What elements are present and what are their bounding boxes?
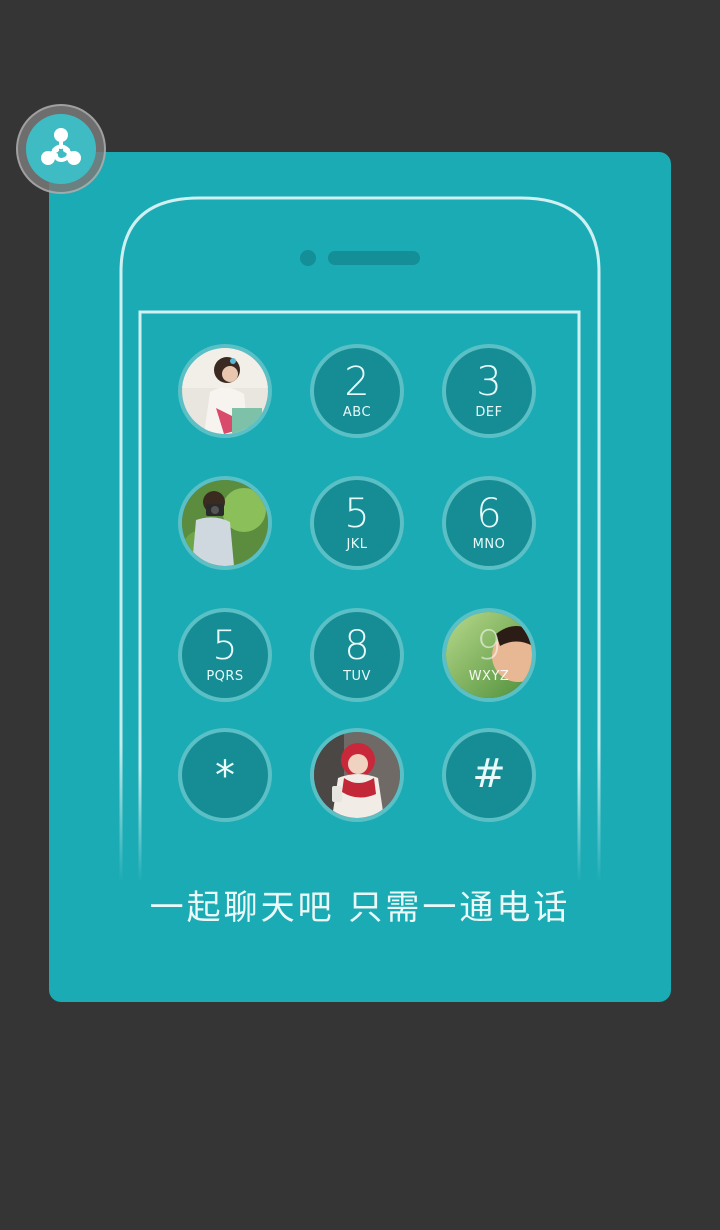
dial-key-5-pqrs[interactable]: 5 PQRS — [178, 608, 272, 702]
girl-sitting-photo — [182, 348, 268, 434]
dial-key-digit: 8 — [344, 623, 370, 669]
dial-key-5[interactable]: 5 JKL — [310, 476, 404, 570]
tagline-text: 一起聊天吧 只需一通电话 — [149, 888, 571, 928]
phone-speaker-slot — [328, 251, 420, 265]
phone-camera-dot — [300, 250, 316, 266]
dial-key-digit: 3 — [476, 359, 502, 405]
dial-key-3[interactable]: 3 DEF — [442, 344, 536, 438]
dial-key-2[interactable]: 2 ABC — [310, 344, 404, 438]
promo-card: 2 ABC 3 DEF 5 JKL 6 MNO 5 PQRS 8 TUV 9 W… — [49, 152, 671, 1002]
dial-key-symbol: * — [215, 753, 235, 799]
dial-key-digit: 2 — [344, 359, 370, 405]
dial-key-8[interactable]: 8 TUV — [310, 608, 404, 702]
dial-key-digit: 5 — [212, 623, 238, 669]
dial-key-photo-1[interactable] — [178, 344, 272, 438]
dial-key-star[interactable]: * — [178, 728, 272, 822]
dial-key-letters: PQRS — [206, 669, 244, 684]
dial-key-hash[interactable]: # — [442, 728, 536, 822]
dial-key-letters: TUV — [343, 669, 371, 684]
dial-key-letters: JKL — [346, 537, 368, 552]
dial-key-6[interactable]: 6 MNO — [442, 476, 536, 570]
dial-key-photo-3[interactable] — [310, 728, 404, 822]
dial-key-letters: DEF — [475, 405, 503, 420]
girl-red-scarf-photo — [314, 732, 400, 818]
dial-key-symbol: # — [472, 751, 506, 797]
man-with-camera-photo — [182, 480, 268, 566]
app-logo-icon — [26, 114, 96, 184]
dial-key-digit: 6 — [476, 491, 502, 537]
dial-key-letters: ABC — [342, 405, 372, 420]
dial-key-letters: MNO — [472, 537, 506, 552]
dial-key-letters: WXYZ — [468, 669, 510, 684]
dial-key-photo-2[interactable] — [178, 476, 272, 570]
dial-key-digit: 9 — [476, 623, 502, 669]
dial-key-digit: 5 — [344, 491, 370, 537]
app-logo-badge[interactable] — [16, 104, 106, 194]
dial-key-9[interactable]: 9 WXYZ — [442, 608, 536, 702]
